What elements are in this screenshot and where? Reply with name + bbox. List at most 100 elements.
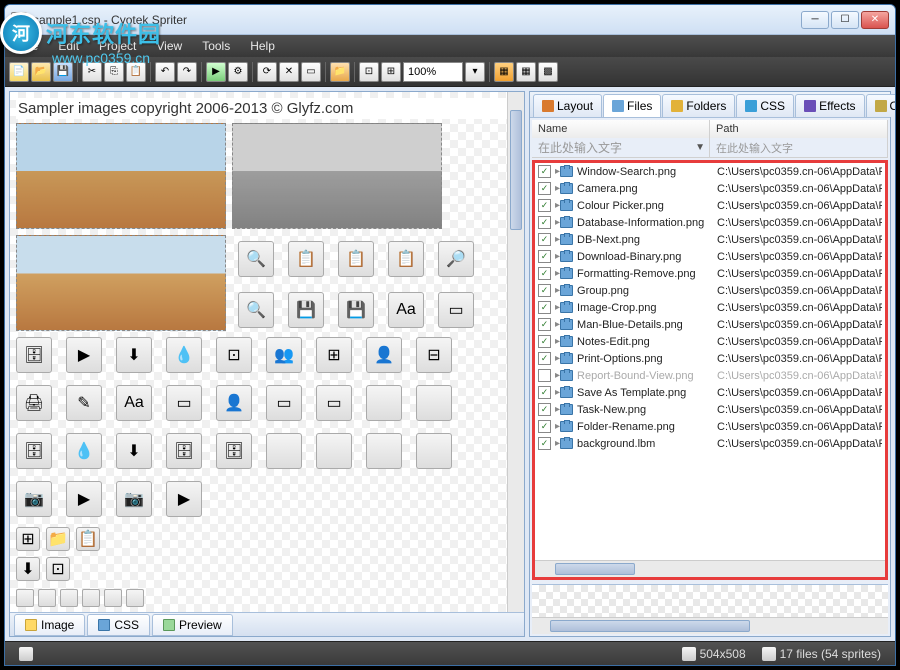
refresh-button[interactable]: ⟳: [257, 62, 277, 82]
menu-help[interactable]: Help: [240, 36, 285, 56]
file-row[interactable]: ✓▸Download-Binary.pngC:\Users\pc0359.cn-…: [535, 248, 885, 265]
file-checkbox[interactable]: ✓: [538, 420, 551, 433]
maximize-button[interactable]: ☐: [831, 11, 859, 29]
sprite-icon[interactable]: [416, 385, 452, 421]
file-row[interactable]: ✓▸Colour Picker.pngC:\Users\pc0359.cn-06…: [535, 197, 885, 214]
menu-file[interactable]: File: [9, 36, 48, 56]
sprite-icon[interactable]: ▭: [438, 292, 474, 328]
sample-landscape-gray[interactable]: [232, 123, 442, 229]
sprite-icon[interactable]: 📋: [288, 241, 324, 277]
folder-button[interactable]: 📁: [330, 62, 350, 82]
checker-button[interactable]: ▩: [538, 62, 558, 82]
paste-button[interactable]: 📋: [126, 62, 146, 82]
sprite-icon[interactable]: 🗄: [166, 433, 202, 469]
tab-folders[interactable]: Folders: [662, 94, 735, 117]
copy-button[interactable]: ⎘: [104, 62, 124, 82]
file-row[interactable]: ✓▸Camera.pngC:\Users\pc0359.cn-06\AppDat…: [535, 180, 885, 197]
sprite-icon[interactable]: ⊞: [316, 337, 352, 373]
canvas-vertical-scrollbar[interactable]: [507, 92, 524, 612]
sprite-icon[interactable]: [416, 433, 452, 469]
sprite-icon[interactable]: [316, 433, 352, 469]
filter-name-input[interactable]: 在此处输入文字▼: [532, 138, 710, 157]
file-checkbox[interactable]: ✓: [538, 335, 551, 348]
sprite-icon[interactable]: ▶: [66, 481, 102, 517]
tab-optimize[interactable]: Optimize: [866, 94, 896, 117]
sprite-icon[interactable]: 📋: [338, 241, 374, 277]
minimize-button[interactable]: ─: [801, 11, 829, 29]
file-row[interactable]: ✓▸Folder-Rename.pngC:\Users\pc0359.cn-06…: [535, 418, 885, 435]
export-button[interactable]: ▶: [206, 62, 226, 82]
menu-edit[interactable]: Edit: [48, 36, 89, 56]
file-row[interactable]: ✓▸Formatting-Remove.pngC:\Users\pc0359.c…: [535, 265, 885, 282]
sprite-icon[interactable]: ▭: [316, 385, 352, 421]
file-row[interactable]: ✓▸Group.pngC:\Users\pc0359.cn-06\AppData…: [535, 282, 885, 299]
sprite-canvas[interactable]: Sampler images copyright 2006-2013 © Gly…: [10, 92, 524, 612]
sprite-icon-small[interactable]: 📁: [46, 527, 70, 551]
sprite-icon[interactable]: 👥: [266, 337, 302, 373]
clear-button[interactable]: ✕: [279, 62, 299, 82]
sprite-icon[interactable]: 💾: [288, 292, 324, 328]
file-row[interactable]: ✓▸Database-Information.pngC:\Users\pc035…: [535, 214, 885, 231]
menu-project[interactable]: Project: [89, 36, 146, 56]
menu-tools[interactable]: Tools: [192, 36, 240, 56]
sprite-icon-tiny[interactable]: [16, 589, 34, 607]
file-checkbox[interactable]: [538, 369, 551, 382]
sprite-icon[interactable]: ▶: [166, 481, 202, 517]
sprite-icon[interactable]: ▭: [266, 385, 302, 421]
sprite-icon[interactable]: ▶: [66, 337, 102, 373]
sprite-icon[interactable]: ⊡: [216, 337, 252, 373]
file-checkbox[interactable]: ✓: [538, 165, 551, 178]
zoom-dropdown[interactable]: ▾: [465, 62, 485, 82]
file-checkbox[interactable]: ✓: [538, 437, 551, 450]
sample-landscape-small[interactable]: [16, 235, 226, 331]
tab-image[interactable]: Image: [14, 614, 85, 636]
sprite-icon[interactable]: 🖨: [16, 385, 52, 421]
titlebar[interactable]: sample1.csp - Cyotek Spriter ─ ☐ ✕: [5, 5, 895, 35]
sprite-icon[interactable]: 🗄: [216, 433, 252, 469]
file-list-horizontal-scrollbar[interactable]: [535, 560, 885, 577]
page-button[interactable]: ▭: [301, 62, 321, 82]
sample-landscape-color[interactable]: [16, 123, 226, 229]
tab-effects[interactable]: Effects: [795, 94, 864, 117]
sprite-icon[interactable]: 📷: [16, 481, 52, 517]
file-checkbox[interactable]: ✓: [538, 318, 551, 331]
tab-css[interactable]: CSS: [87, 614, 150, 636]
undo-button[interactable]: ↶: [155, 62, 175, 82]
tab-files[interactable]: Files: [603, 94, 661, 117]
sprite-icon-tiny[interactable]: [60, 589, 78, 607]
file-row[interactable]: ✓▸Window-Search.pngC:\Users\pc0359.cn-06…: [535, 163, 885, 180]
file-checkbox[interactable]: ✓: [538, 267, 551, 280]
file-row[interactable]: ✓▸Save As Template.pngC:\Users\pc0359.cn…: [535, 384, 885, 401]
close-button[interactable]: ✕: [861, 11, 889, 29]
tab-css[interactable]: CSS: [736, 94, 794, 117]
sprite-icon[interactable]: 👤: [366, 337, 402, 373]
sprite-icon-small[interactable]: ⬇: [16, 557, 40, 581]
tab-layout[interactable]: Layout: [533, 94, 602, 117]
sprite-icon[interactable]: 🔍: [238, 292, 274, 328]
sprite-icon[interactable]: 🗄: [16, 433, 52, 469]
preview-horizontal-scrollbar[interactable]: [532, 617, 888, 634]
sprite-icon[interactable]: [266, 433, 302, 469]
sprite-icon-small[interactable]: ⊡: [46, 557, 70, 581]
sprite-icon[interactable]: 🔍: [238, 241, 274, 277]
save-button[interactable]: 💾: [53, 62, 73, 82]
zoom-fit-button[interactable]: ⊡: [359, 62, 379, 82]
filter-icon[interactable]: ▼: [695, 142, 705, 153]
sprite-icon[interactable]: 💾: [338, 292, 374, 328]
sprite-icon[interactable]: 🗄: [16, 337, 52, 373]
sprite-icon[interactable]: [366, 433, 402, 469]
sprite-icon-small[interactable]: 📋: [76, 527, 100, 551]
file-checkbox[interactable]: ✓: [538, 182, 551, 195]
file-checkbox[interactable]: ✓: [538, 352, 551, 365]
file-checkbox[interactable]: ✓: [538, 403, 551, 416]
sprite-icon-small[interactable]: ⊞: [16, 527, 40, 551]
sprite-icon[interactable]: Aa: [116, 385, 152, 421]
sprite-icon[interactable]: [366, 385, 402, 421]
redo-button[interactable]: ↷: [177, 62, 197, 82]
sprite-icon-tiny[interactable]: [126, 589, 144, 607]
zoom-actual-button[interactable]: ⊞: [381, 62, 401, 82]
sprite-icon[interactable]: ⬇: [116, 337, 152, 373]
file-row[interactable]: ✓▸Image-Crop.pngC:\Users\pc0359.cn-06\Ap…: [535, 299, 885, 316]
sprite-icon[interactable]: ⬇: [116, 433, 152, 469]
file-row[interactable]: ✓▸DB-Next.pngC:\Users\pc0359.cn-06\AppDa…: [535, 231, 885, 248]
